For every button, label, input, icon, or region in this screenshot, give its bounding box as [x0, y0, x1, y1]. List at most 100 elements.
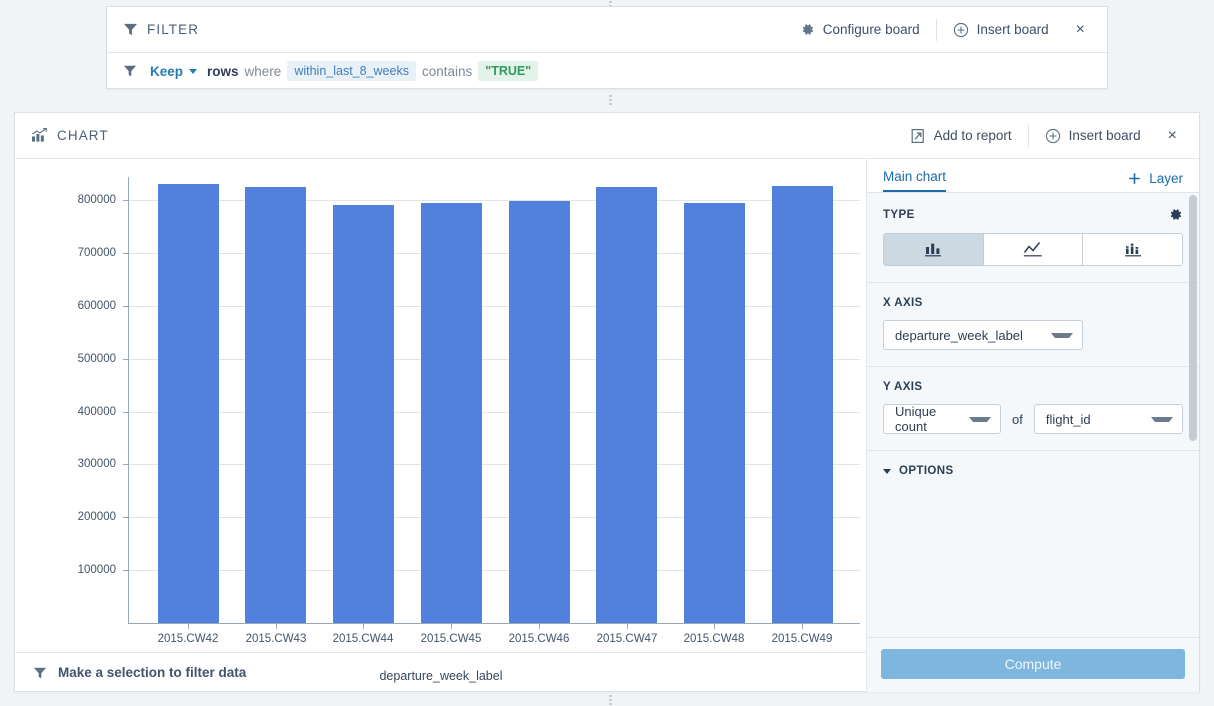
y-tick-label: 700000	[77, 247, 116, 259]
gridline	[129, 464, 860, 465]
y-tick-label: 500000	[77, 353, 116, 365]
x-axis-field-select[interactable]: departure_week_label	[883, 320, 1083, 350]
plus-icon	[1128, 172, 1141, 185]
chart-bar[interactable]	[596, 187, 657, 623]
x-tick-mark	[627, 624, 628, 629]
filter-rule-icon	[123, 64, 137, 78]
y-tick-label: 600000	[77, 300, 116, 312]
chart-settings-panel: Main chart Layer TYPE X AXIS departure_w…	[867, 159, 1199, 692]
gridline	[129, 359, 860, 360]
chart-canvas-wrap: 100000 200000 300000 400000 500000 600000 7000…	[15, 159, 867, 692]
configure-board-button[interactable]: Configure board	[787, 17, 933, 43]
add-to-report-button[interactable]: Add to report	[897, 123, 1025, 149]
x-axis-title: departure_week_label	[379, 669, 503, 683]
close-chart-board-button[interactable]: ×	[1154, 127, 1185, 144]
gridline	[129, 570, 860, 571]
settings-scrollbar[interactable]	[1189, 193, 1197, 637]
chevron-down-icon	[1151, 416, 1173, 422]
filter-board: FILTER Configure board Insert board × Ke…	[106, 6, 1108, 89]
x-tick-mark	[363, 624, 364, 629]
y-tick-mark	[123, 517, 128, 518]
x-tick-mark	[802, 624, 803, 629]
board-drag-handle-mid[interactable]	[560, 94, 660, 106]
chart-bar[interactable]	[509, 201, 570, 623]
chart-board-header: CHART Add to report Insert board ×	[15, 113, 1199, 159]
filter-operator[interactable]: contains	[422, 64, 472, 79]
options-label: OPTIONS	[899, 465, 954, 477]
chart-bar[interactable]	[421, 203, 482, 623]
chevron-down-icon[interactable]	[189, 68, 198, 74]
chart-settings-scroll: TYPE X AXIS departure_week_label Y AXIS …	[867, 193, 1199, 637]
chevron-down-icon	[1051, 332, 1073, 338]
add-layer-label: Layer	[1149, 171, 1183, 186]
y-axis-field-value: flight_id	[1045, 411, 1091, 427]
gear-icon[interactable]	[1168, 207, 1183, 222]
chart-board: CHART Add to report Insert board × 10000…	[14, 112, 1200, 692]
bar-chart-type-button[interactable]	[883, 233, 984, 266]
gridline	[129, 517, 860, 518]
add-to-report-label: Add to report	[933, 128, 1012, 143]
y-axis-controls: Unique count of flight_id	[883, 404, 1183, 434]
chevron-down-icon	[969, 416, 991, 422]
insert-board-button-chart[interactable]: Insert board	[1032, 123, 1154, 149]
x-axis-label: X AXIS	[883, 297, 923, 309]
filter-value-token[interactable]: "TRUE"	[478, 61, 539, 81]
header-divider-chart	[1027, 124, 1029, 147]
type-section-label-row: TYPE	[883, 207, 1183, 222]
filter-rows-word: rows	[207, 63, 239, 79]
y-tick-mark	[123, 253, 128, 254]
section-x-axis: X AXIS departure_week_label	[867, 283, 1199, 367]
filter-board-actions: Configure board Insert board ×	[787, 17, 1093, 43]
plus-circle-icon	[1045, 128, 1061, 144]
gridline	[129, 200, 860, 201]
x-tick-mark	[714, 624, 715, 629]
line-chart-type-button[interactable]	[983, 233, 1084, 266]
line-chart-icon	[1022, 241, 1044, 258]
header-divider	[935, 18, 937, 41]
gridline	[129, 253, 860, 254]
y-tick-mark	[123, 200, 128, 201]
close-filter-board-button[interactable]: ×	[1062, 21, 1093, 38]
x-tick-label: 2015.CW49	[771, 633, 833, 645]
y-tick-mark	[123, 306, 128, 307]
chart-bar[interactable]	[158, 184, 219, 623]
chevron-down-icon	[883, 468, 891, 474]
filter-column-token[interactable]: within_last_8_weeks	[287, 61, 416, 81]
y-axis-aggregation-select[interactable]: Unique count	[883, 404, 1001, 434]
section-type: TYPE	[867, 193, 1199, 283]
board-drag-handle-bottom[interactable]	[560, 694, 660, 706]
chart-icon	[31, 128, 48, 143]
plus-circle-icon	[953, 22, 969, 38]
y-axis-field-select[interactable]: flight_id	[1033, 404, 1183, 434]
chart-body: 100000 200000 300000 400000 500000 600000 7000…	[15, 159, 1199, 692]
chart-bar[interactable]	[245, 187, 306, 623]
add-to-report-icon	[910, 128, 926, 144]
chart-plot-area[interactable]: 100000 200000 300000 400000 500000 600000 7000…	[15, 159, 866, 683]
chart-bar[interactable]	[684, 203, 745, 623]
chart-bar[interactable]	[333, 205, 394, 623]
y-tick-mark	[123, 359, 128, 360]
settings-scrollbar-thumb[interactable]	[1189, 195, 1197, 441]
y-tick-mark	[123, 570, 128, 571]
options-toggle[interactable]: OPTIONS	[883, 465, 1183, 477]
chart-bar[interactable]	[772, 186, 833, 623]
add-layer-button[interactable]: Layer	[1128, 171, 1183, 192]
filter-board-header: FILTER Configure board Insert board ×	[107, 7, 1107, 53]
configure-board-label: Configure board	[822, 22, 920, 37]
y-axis-aggregation-value: Unique count	[895, 404, 937, 434]
gridline	[129, 412, 860, 413]
x-axis-field-value: departure_week_label	[895, 327, 1023, 343]
y-tick-mark	[123, 412, 128, 413]
bar-chart-icon	[923, 241, 943, 258]
filter-mode-keep[interactable]: Keep	[150, 64, 183, 79]
insert-board-button-filter[interactable]: Insert board	[940, 17, 1062, 43]
chart-type-toggle-group	[883, 233, 1183, 266]
compute-button[interactable]: Compute	[881, 649, 1185, 679]
stacked-chart-type-button[interactable]	[1083, 233, 1183, 266]
section-y-axis: Y AXIS Unique count of flight_id	[867, 367, 1199, 451]
x-tick-mark	[539, 624, 540, 629]
x-tick-mark	[451, 624, 452, 629]
tab-main-chart[interactable]: Main chart	[883, 169, 947, 192]
y-axis-of-word: of	[1012, 411, 1023, 427]
chart-settings-tabbar: Main chart Layer	[867, 159, 1199, 193]
